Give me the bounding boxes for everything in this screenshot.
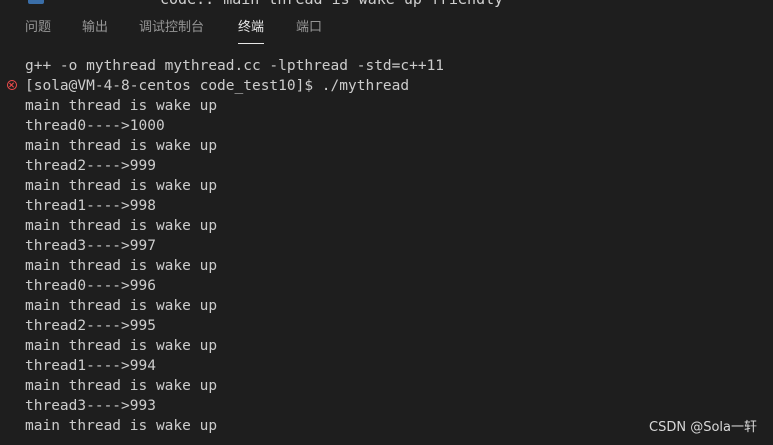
terminal-line: main thread is wake up: [25, 218, 218, 234]
terminal-line: thread0---->1000: [25, 118, 165, 134]
terminal-line: main thread is wake up: [25, 178, 218, 194]
terminal-line-command: [sola@VM-4-8-centos code_test10]$ ./myth…: [0, 76, 773, 96]
terminal-line: main thread is wake up: [25, 338, 218, 354]
terminal-line-compile: g++ -o mythread mythread.cc -lpthread -s…: [25, 58, 445, 74]
terminal-line: thread2---->995: [25, 318, 156, 334]
error-circle-icon[interactable]: [7, 80, 17, 90]
terminal-output[interactable]: g++ -o mythread mythread.cc -lpthread -s…: [0, 56, 773, 445]
editor-top-strip: code.. main thread is wake up friendly: [0, 0, 773, 8]
terminal-line: thread0---->996: [25, 278, 156, 294]
code-peek-line: code.. main thread is wake up friendly: [160, 0, 503, 8]
terminal-line: thread3---->997: [25, 238, 156, 254]
terminal-line: thread2---->999: [25, 158, 156, 174]
terminal-line: main thread is wake up: [25, 138, 218, 154]
tab-debug-console[interactable]: 调试控制台: [139, 8, 204, 48]
terminal-line: thread1---->994: [25, 358, 156, 374]
terminal-command-text: [sola@VM-4-8-centos code_test10]$ ./myth…: [25, 78, 410, 94]
terminal-line: main thread is wake up: [25, 258, 218, 274]
watermark: CSDN @Sola一轩: [649, 420, 757, 435]
tab-terminal[interactable]: 终端: [238, 8, 265, 48]
gutter-marker: [28, 0, 44, 4]
panel-tab-bar: 问题 输出 调试控制台 终端 端口: [0, 8, 773, 48]
tab-problems[interactable]: 问题: [25, 8, 51, 48]
tab-output[interactable]: 输出: [82, 8, 108, 48]
terminal-line: thread1---->998: [25, 198, 156, 214]
terminal-line: thread3---->993: [25, 398, 156, 414]
tab-ports[interactable]: 端口: [296, 8, 322, 48]
terminal-line: main thread is wake up: [25, 298, 218, 314]
terminal-line: main thread is wake up: [25, 378, 218, 394]
terminal-line: main thread is wake up: [25, 98, 218, 114]
